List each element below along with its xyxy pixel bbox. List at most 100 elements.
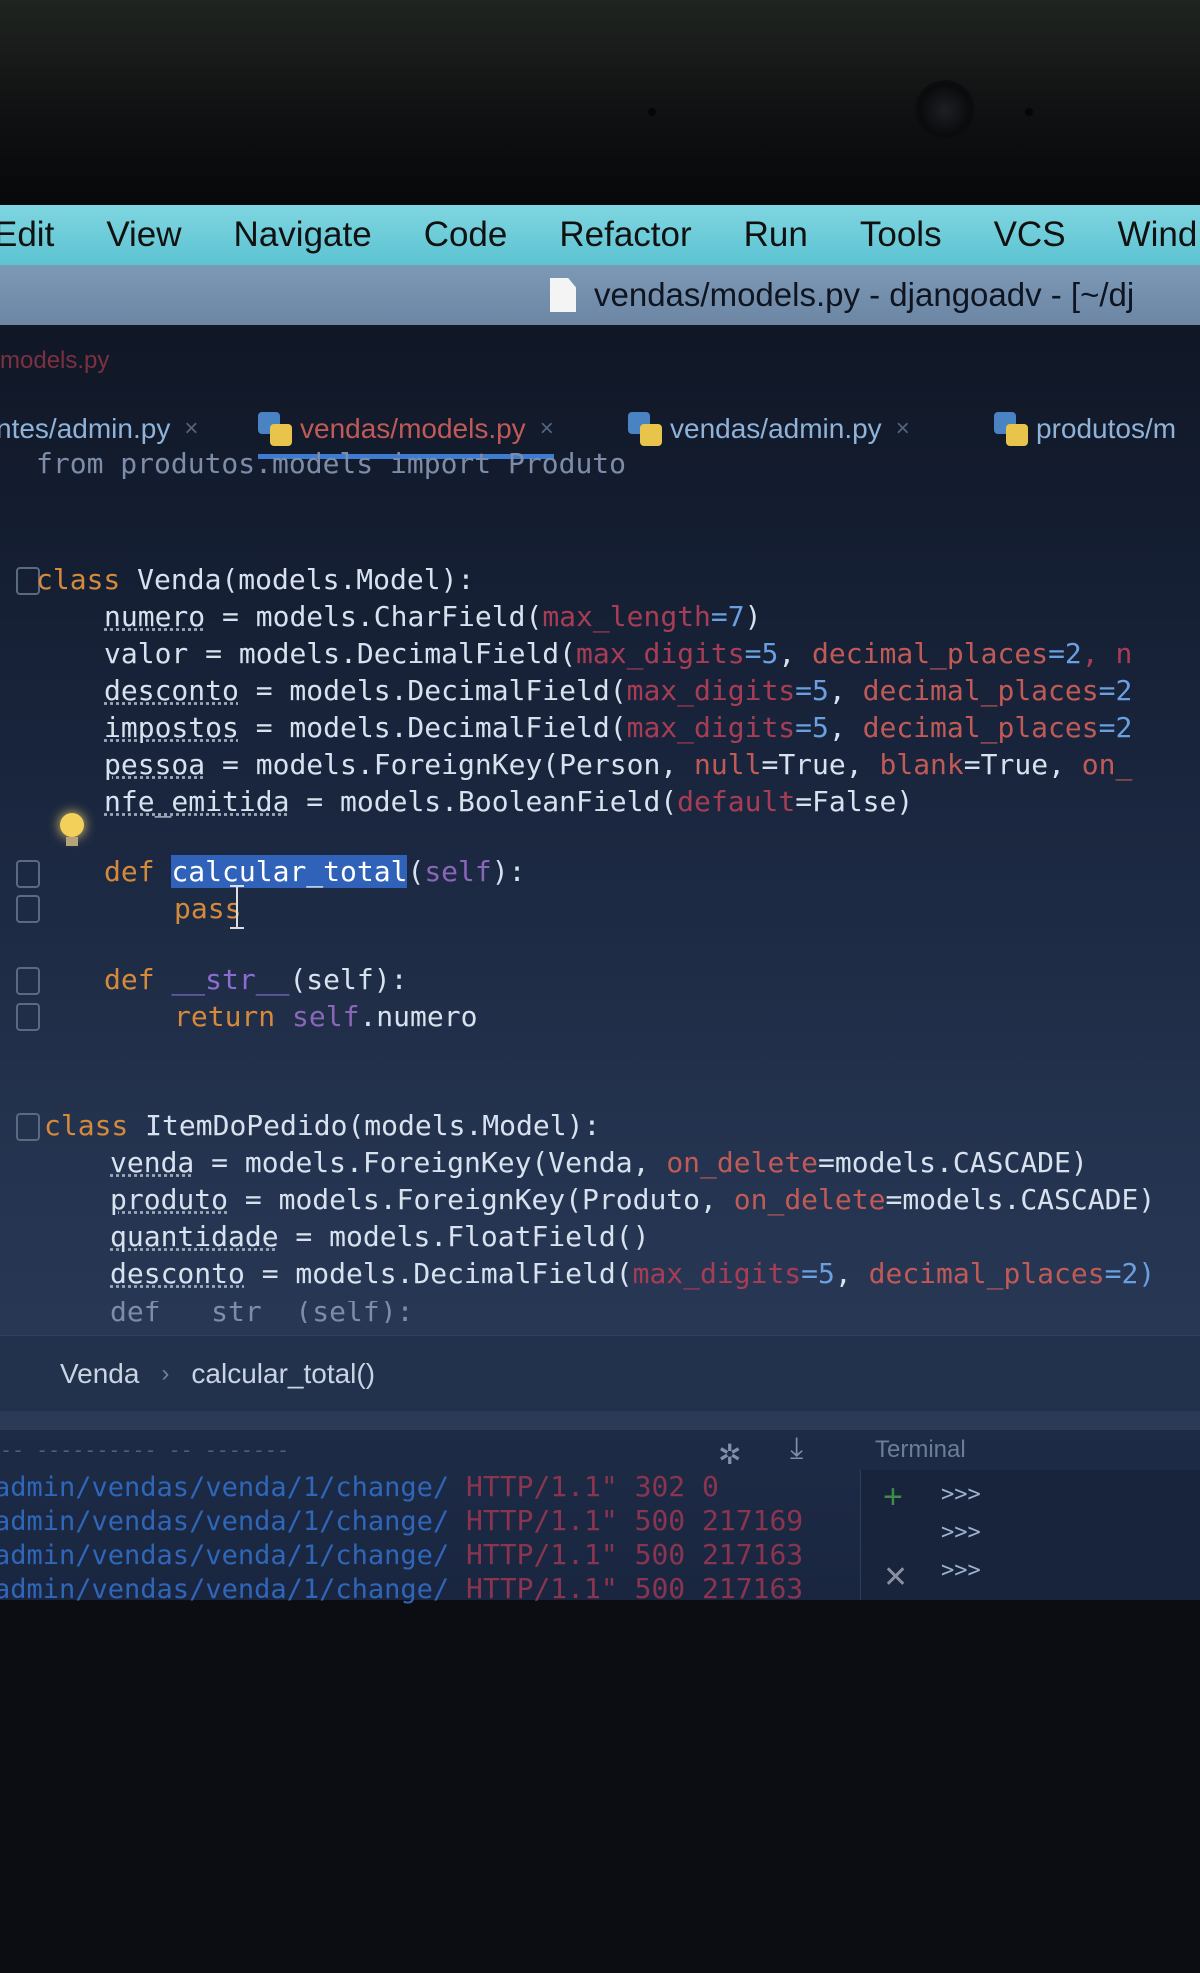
navigation-file-crumb[interactable]: models.py	[0, 347, 109, 375]
param: on_delete	[666, 1146, 819, 1179]
code-text: = models.DecimalField(	[244, 1257, 633, 1290]
code-text: (self):	[289, 963, 408, 996]
param: max_digits	[626, 711, 796, 744]
log-path: admin/vendas/venda/1/change/	[0, 1506, 450, 1537]
log-status: 302 0	[617, 1470, 719, 1503]
code-text: = models.ForeignKey(Venda,	[194, 1146, 667, 1179]
menu-view[interactable]: View	[106, 215, 181, 255]
code-text: = models.BooleanField(	[289, 785, 678, 818]
value: =5	[744, 637, 779, 670]
code-text: = models.ForeignKey(Produto,	[228, 1183, 734, 1216]
fold-marker[interactable]	[16, 895, 40, 923]
code-text: .numero	[359, 1000, 478, 1033]
keyword: def	[104, 963, 155, 996]
keyword: class	[44, 1109, 129, 1142]
code-text: = models.ForeignKey(Person,	[205, 748, 695, 781]
param: max_digits	[632, 1257, 802, 1290]
download-icon[interactable]: ⤓	[790, 1432, 803, 1466]
param: max_length	[542, 600, 711, 633]
code-line: def calcular_total(self):	[104, 853, 525, 890]
code-line: def __str__(self):	[104, 961, 407, 998]
value: =2	[1098, 674, 1133, 707]
terminal-panel[interactable]: + ✕ >>> >>> >>>	[860, 1470, 1200, 1600]
identifier: numero	[104, 600, 206, 633]
fold-marker[interactable]	[16, 967, 40, 995]
tab-label: produtos/m	[1036, 413, 1177, 444]
value: =True	[963, 748, 1049, 781]
plus-icon[interactable]: +	[883, 1478, 903, 1517]
value: =7	[710, 600, 745, 633]
tab-vendas-admin[interactable]: vendas/admin.py ×	[628, 403, 910, 455]
menu-refactor[interactable]: Refactor	[559, 215, 691, 255]
menu-navigate[interactable]: Navigate	[234, 215, 372, 255]
gear-icon[interactable]: ✲	[718, 1438, 741, 1471]
identifier: desconto	[110, 1257, 245, 1290]
value: =models.CASCADE)	[818, 1146, 1088, 1179]
terminal-tab-label[interactable]: Terminal	[875, 1436, 966, 1464]
code-editor[interactable]: from produtos.models import Produto clas…	[0, 447, 1200, 1335]
identifier: quantidade	[110, 1220, 279, 1253]
value: =2	[1098, 711, 1133, 744]
fold-marker[interactable]	[16, 1113, 40, 1141]
close-icon[interactable]: ×	[540, 415, 554, 443]
menu-run[interactable]: Run	[744, 215, 808, 255]
breadcrumb-method[interactable]: calcular_total()	[191, 1358, 375, 1390]
keyword: return	[174, 1000, 276, 1033]
param: on_delete	[733, 1183, 886, 1216]
code-text: = models.CharField(	[205, 600, 543, 633]
close-icon[interactable]: ×	[896, 415, 910, 443]
webcam-icon	[915, 80, 975, 140]
fold-marker[interactable]	[16, 860, 40, 888]
self-keyword: self	[292, 1000, 360, 1033]
window-title: vendas/models.py - djangoadv - [~/dj	[594, 276, 1135, 313]
code-text: ,	[1048, 748, 1082, 781]
code-text: , n	[1081, 637, 1133, 670]
log-path: admin/vendas/venda/1/change/	[0, 1472, 450, 1503]
identifier: impostos	[104, 711, 239, 744]
terminal-prompt: >>>	[941, 1558, 981, 1583]
terminal-prompt: >>>	[941, 1482, 981, 1507]
code-line: pessoa = models.ForeignKey(Person, null=…	[104, 746, 1132, 783]
bulb-base	[66, 837, 78, 846]
value: =False	[795, 785, 897, 818]
menu-tools[interactable]: Tools	[860, 215, 942, 255]
code-line: nfe_emitida = models.BooleanField(defaul…	[104, 783, 913, 820]
menu-code[interactable]: Code	[424, 215, 508, 255]
menu-bar: Edit View Navigate Code Refactor Run Too…	[0, 205, 1200, 265]
menu-window[interactable]: Wind	[1118, 215, 1198, 255]
log-path: admin/vendas/venda/1/change/	[0, 1540, 450, 1571]
code-text: ,	[845, 748, 880, 781]
run-console[interactable]: admin/vendas/venda/1/change/ HTTP/1.1" 3…	[0, 1470, 860, 1605]
sensor-dot	[648, 108, 656, 116]
code-line: class ItemDoPedido(models.Model):	[44, 1107, 600, 1144]
menu-edit[interactable]: Edit	[0, 215, 54, 255]
close-icon[interactable]: ×	[184, 415, 198, 443]
identifier: desconto	[104, 674, 239, 707]
fold-marker[interactable]	[16, 1003, 40, 1031]
breadcrumb-class[interactable]: Venda	[60, 1358, 139, 1390]
identifier: venda	[110, 1146, 195, 1179]
selected-function-name[interactable]: calcular_total	[171, 855, 408, 888]
window-title-bar: vendas/models.py - djangoadv - [~/dj	[0, 265, 1200, 325]
value: =True	[761, 748, 846, 781]
code-text: )	[744, 600, 762, 633]
keyword: pass	[174, 892, 242, 925]
chevron-right-icon: ›	[161, 1359, 170, 1387]
editor-pane: models.py ntes/admin.py × vendas/models.…	[0, 325, 1200, 1430]
identifier: nfe_emitida	[104, 785, 290, 818]
file-icon	[550, 278, 576, 312]
menu-vcs[interactable]: VCS	[994, 215, 1066, 255]
param: max_digits	[576, 637, 745, 670]
tab-label: ntes/admin.py	[0, 413, 171, 444]
lightbulb-icon[interactable]	[56, 813, 86, 847]
log-status: 500 217169	[617, 1504, 804, 1537]
identifier: pessoa	[104, 748, 206, 781]
console-clipped-line: -- ---------- -- -------	[0, 1438, 289, 1462]
value: =5	[795, 711, 829, 744]
bulb-glass	[60, 813, 84, 837]
tab-produtos-models[interactable]: produtos/m	[994, 403, 1176, 455]
log-line: admin/vendas/venda/1/change/ HTTP/1.1" 5…	[0, 1504, 803, 1538]
close-icon[interactable]: ✕	[883, 1560, 908, 1595]
param: default	[677, 785, 796, 818]
code-line: impostos = models.DecimalField(max_digit…	[104, 709, 1132, 746]
